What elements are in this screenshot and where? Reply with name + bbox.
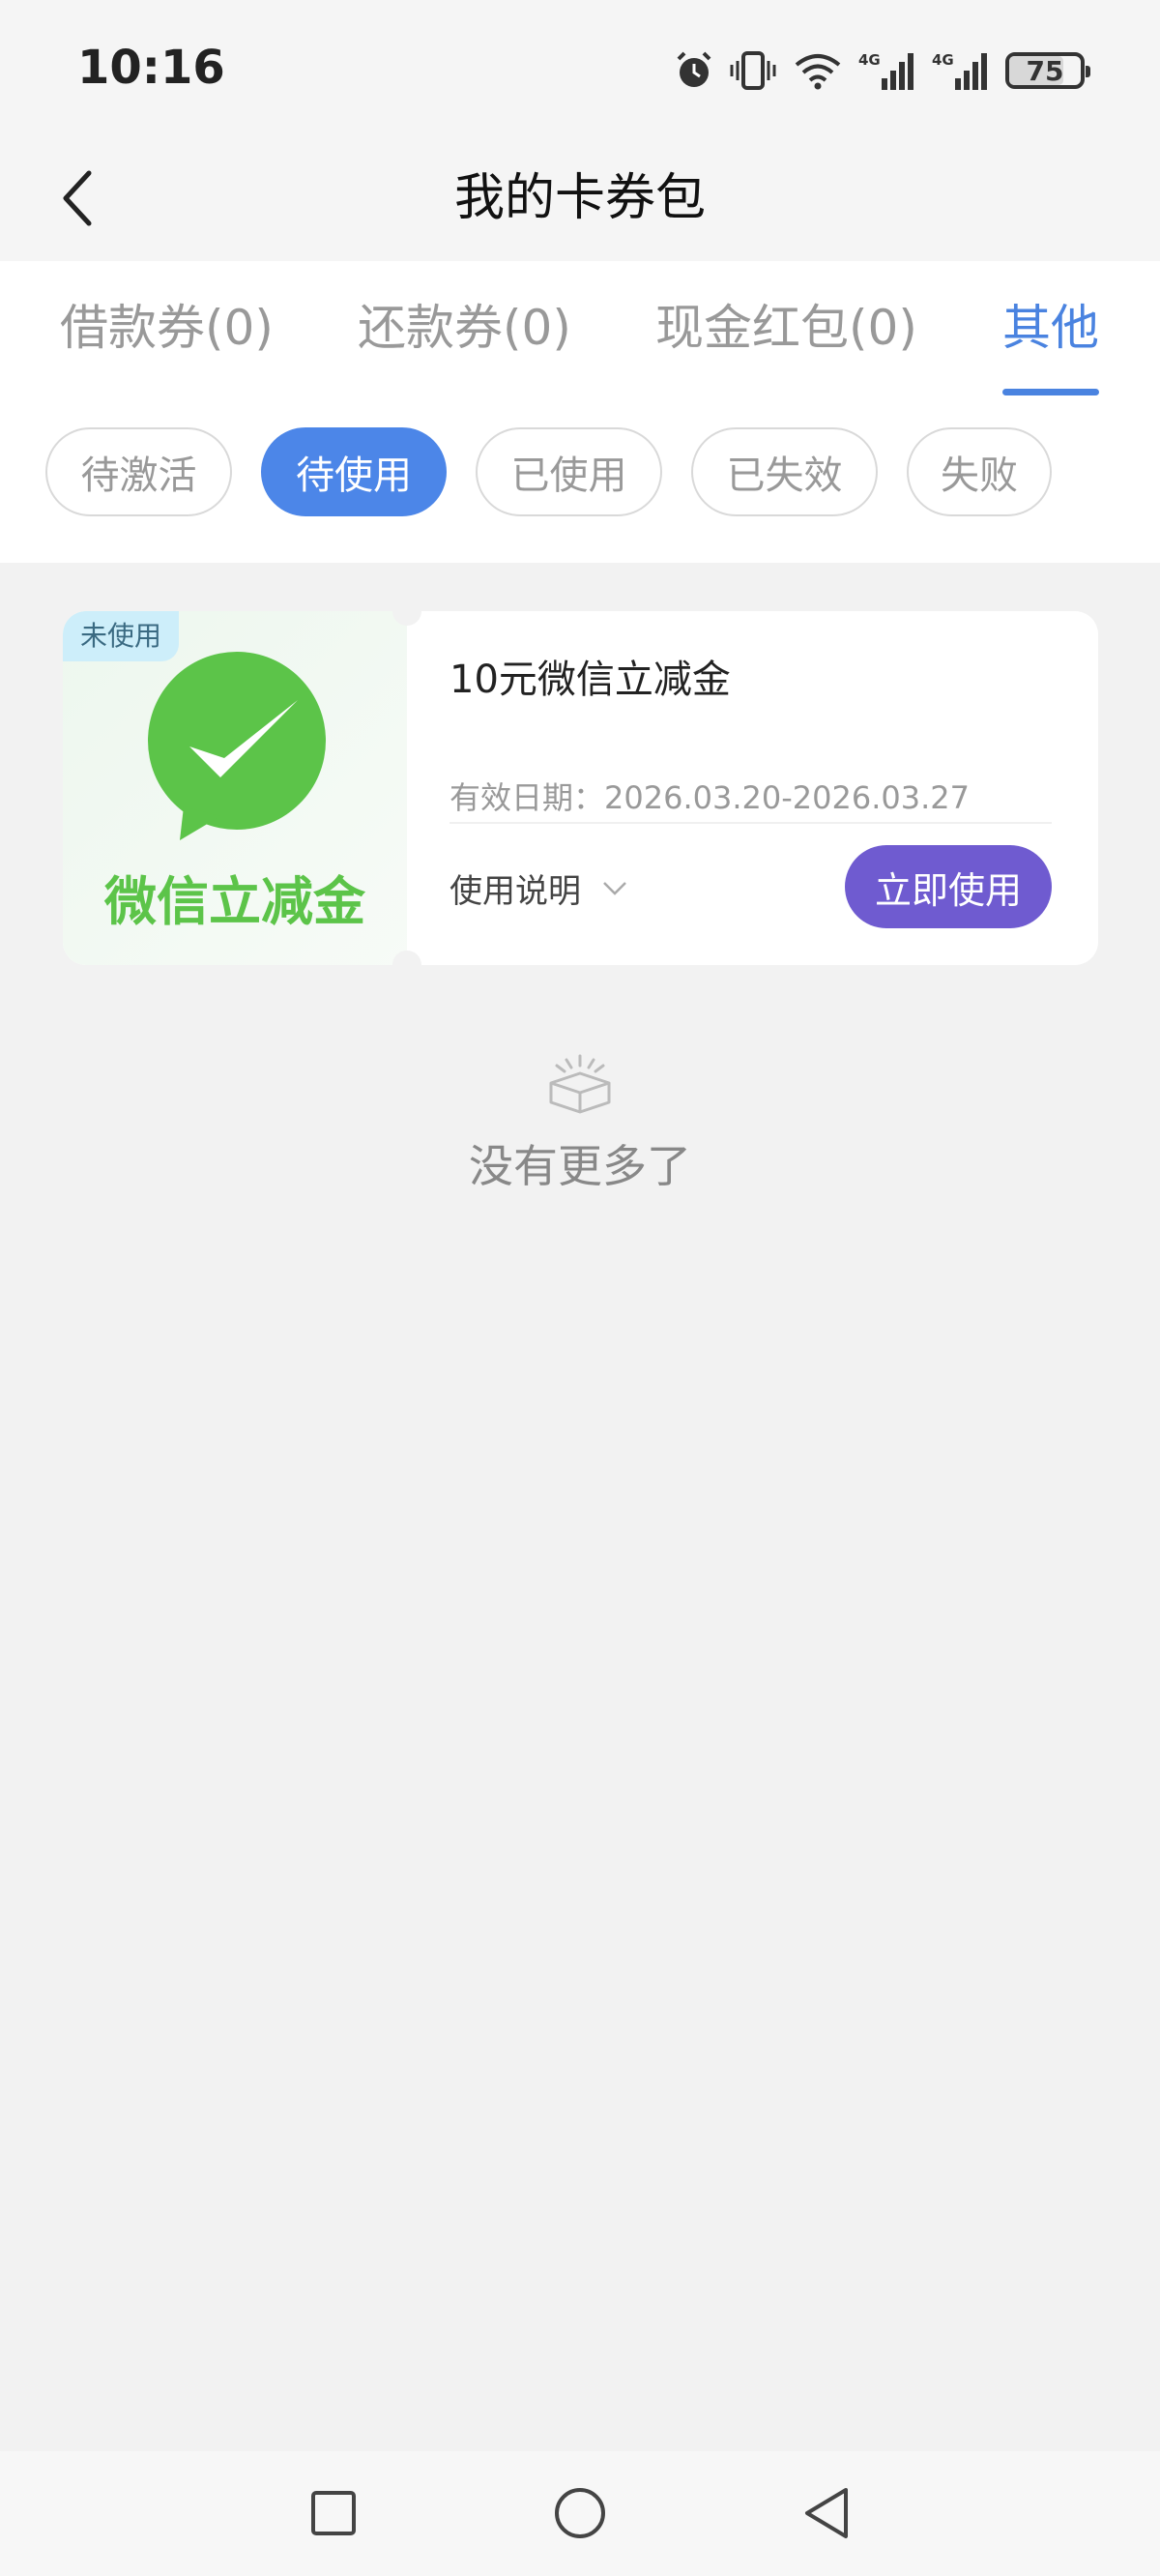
filter-used[interactable]: 已使用 xyxy=(476,427,662,516)
battery-indicator: 75 xyxy=(1005,52,1090,89)
recents-button[interactable] xyxy=(295,2474,372,2552)
home-button[interactable] xyxy=(541,2474,619,2552)
coupon-brand-panel: 未使用 微信立减金 xyxy=(63,611,407,965)
no-more-text: 没有更多了 xyxy=(469,1140,691,1192)
coupon-validity: 有效日期：2026.03.20-2026.03.27 xyxy=(450,779,970,816)
wechat-logo-icon xyxy=(148,652,326,840)
brand-label: 微信立减金 xyxy=(104,871,365,932)
signal-4g-icon: 4G xyxy=(932,51,987,90)
triangle-back-icon xyxy=(805,2488,848,2538)
empty-hint: 没有更多了 xyxy=(0,1054,1160,1195)
use-now-button[interactable]: 立即使用 xyxy=(845,845,1052,928)
tab-other[interactable]: 其他 xyxy=(1002,294,1099,362)
wifi-icon xyxy=(795,54,841,90)
alarm-icon xyxy=(677,51,711,87)
tab-loan-coupons[interactable]: 借款券(0) xyxy=(60,294,274,362)
tab-bar: 借款券(0) 还款券(0) 现金红包(0) 其他 xyxy=(0,261,1160,406)
header: 我的卡券包 xyxy=(0,140,1160,261)
usage-instructions-label: 使用说明 xyxy=(450,872,581,911)
svg-text:4G: 4G xyxy=(858,51,881,69)
chevron-down-icon xyxy=(603,881,626,895)
filter-pending-use[interactable]: 待使用 xyxy=(261,427,447,516)
status-bar: 10:16 4G 4G 75 xyxy=(0,0,1160,140)
divider xyxy=(450,822,1052,824)
signal-4g-icon: 4G xyxy=(858,51,914,90)
square-recents-icon xyxy=(311,2491,356,2535)
filter-pending-activation[interactable]: 待激活 xyxy=(45,427,232,516)
system-nav-bar xyxy=(0,2451,1160,2576)
tab-repayment-coupons[interactable]: 还款券(0) xyxy=(358,294,571,362)
tabs-section: 借款券(0) 还款券(0) 现金红包(0) 其他 待激活 待使用 已使用 已失效… xyxy=(0,261,1160,563)
tab-cash-red-packets[interactable]: 现金红包(0) xyxy=(655,294,917,362)
svg-text:4G: 4G xyxy=(932,51,954,69)
page-title: 我的卡券包 xyxy=(453,169,706,227)
filter-expired[interactable]: 已失效 xyxy=(691,427,878,516)
usage-instructions-toggle[interactable]: 使用说明 xyxy=(450,864,627,912)
status-time: 10:16 xyxy=(77,41,225,95)
battery-level: 75 xyxy=(1026,54,1064,87)
empty-box-icon xyxy=(549,1054,611,1114)
filter-failed[interactable]: 失败 xyxy=(907,427,1052,516)
status-icons: 4G 4G 75 xyxy=(673,48,1090,93)
coupon-title: 10元微信立减金 xyxy=(450,658,731,702)
active-tab-indicator xyxy=(1002,389,1099,395)
back-nav-button[interactable] xyxy=(788,2474,865,2552)
coupon-wallet-screen: 10:16 4G 4G 75 我的卡券包 借款券(0) 还款券(0) 现金红包(… xyxy=(0,0,1160,2576)
coupon-card: 未使用 微信立减金 10元微信立减金 有效日期：2026.03.20-2026.… xyxy=(63,611,1098,965)
vibrate-icon xyxy=(730,51,776,90)
circle-home-icon xyxy=(555,2488,605,2538)
